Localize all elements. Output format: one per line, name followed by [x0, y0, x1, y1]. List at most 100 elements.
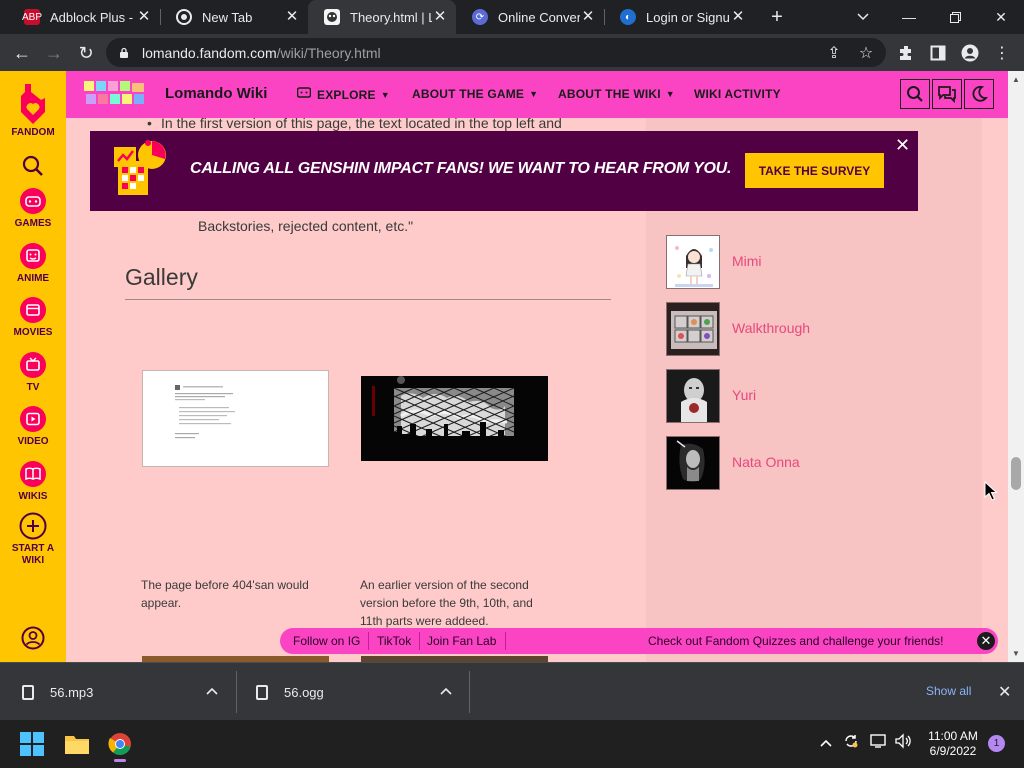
- nav-about-the-game[interactable]: ABOUT THE GAME ▼: [412, 87, 538, 101]
- close-tab-icon[interactable]: ✕: [432, 9, 448, 25]
- chevron-up-icon[interactable]: [440, 683, 452, 698]
- windows-start-icon[interactable]: [20, 732, 44, 756]
- join-fan-lab-link[interactable]: Join Fan Lab: [427, 634, 496, 648]
- sidebar-item-nata-onna[interactable]: Nata Onna: [666, 436, 966, 490]
- rail-item-video[interactable]: VIDEO: [0, 404, 66, 447]
- wiki-search-button[interactable]: [900, 79, 930, 109]
- scroll-down-arrow-icon[interactable]: ▼: [1012, 649, 1020, 658]
- follow-ig-link[interactable]: Follow on IG: [293, 634, 360, 648]
- chevron-up-icon[interactable]: [206, 683, 218, 698]
- wiki-name[interactable]: Lomando Wiki: [165, 85, 267, 102]
- forward-button[interactable]: →: [40, 39, 68, 67]
- wiki-logo[interactable]: [84, 81, 146, 107]
- sidebar-item-walkthrough[interactable]: Walkthrough: [666, 302, 966, 356]
- rail-label: VIDEO: [17, 436, 49, 447]
- fandom-heart-icon: [16, 81, 50, 127]
- lock-icon: [120, 47, 128, 58]
- sidebar-item-label: Yuri: [732, 387, 757, 403]
- display-icon[interactable]: [870, 733, 888, 752]
- close-tab-icon[interactable]: ✕: [284, 9, 300, 25]
- rail-label: TV: [26, 382, 40, 393]
- rail-search[interactable]: [0, 151, 66, 183]
- minimize-button[interactable]: —: [886, 0, 932, 34]
- extensions-icon[interactable]: [893, 40, 919, 66]
- nav-wiki-activity[interactable]: WIKI ACTIVITY: [694, 87, 781, 101]
- volume-icon[interactable]: [894, 733, 912, 752]
- bookmark-star-icon[interactable]: ☆: [853, 40, 879, 66]
- taskbar-clock[interactable]: 11:00 AM 6/9/2022: [920, 729, 986, 759]
- converter-icon: ⟳: [472, 9, 488, 25]
- close-window-button[interactable]: ✕: [978, 0, 1024, 34]
- sidebar-item-mimi[interactable]: Mimi: [666, 235, 966, 289]
- fandom-logo[interactable]: FANDOM: [0, 81, 66, 138]
- sidebar-item-label: Mimi: [732, 253, 762, 269]
- survey-ad-banner[interactable]: CALLING ALL GENSHIN IMPACT FANS! WE WANT…: [90, 131, 918, 211]
- rail-item-movies[interactable]: MOVIES: [0, 295, 66, 338]
- tab-login[interactable]: ◐ Login or Signup ✕: [604, 0, 754, 34]
- page-scrollbar-thumb[interactable]: [1011, 457, 1021, 490]
- page-scrollbar[interactable]: ▲ ▼: [1008, 71, 1024, 662]
- rail-start-a-wiki[interactable]: START A WIKI: [0, 511, 66, 567]
- rail-label: WIKIS: [18, 491, 48, 502]
- tiktok-link[interactable]: TikTok: [377, 634, 411, 648]
- new-tab-button[interactable]: +: [766, 6, 788, 28]
- rail-account[interactable]: [0, 623, 66, 655]
- tab-search-chevron-icon[interactable]: [840, 0, 886, 34]
- anime-icon: [18, 241, 48, 271]
- take-survey-button[interactable]: TAKE THE SURVEY: [745, 153, 884, 188]
- nav-label: ABOUT THE GAME: [412, 87, 525, 101]
- chevron-down-icon: ▼: [380, 89, 390, 100]
- moon-icon: [972, 85, 988, 102]
- tab-new-tab[interactable]: New Tab ✕: [160, 0, 308, 34]
- close-tab-icon[interactable]: ✕: [730, 9, 746, 25]
- rail-label: ANIME: [16, 273, 50, 284]
- article-bullet: In the first version of this page, the t…: [147, 115, 562, 131]
- gallery-caption-2: An earlier version of the second version…: [360, 576, 533, 630]
- close-tab-icon[interactable]: ✕: [136, 9, 152, 25]
- download-item-mp3[interactable]: 56.mp3: [22, 663, 222, 721]
- chrome-taskbar-icon[interactable]: [108, 732, 132, 762]
- wiki-header: Lomando Wiki EXPLORE ▼ ABOUT THE GAME ▼ AB…: [66, 71, 1008, 118]
- nav-about-the-wiki[interactable]: ABOUT THE WIKI ▼: [558, 87, 675, 101]
- gallery-image-page-before[interactable]: [142, 370, 329, 467]
- close-shelf-icon[interactable]: ✕: [998, 682, 1011, 702]
- discussions-icon: [938, 86, 956, 103]
- tab-theory[interactable]: Theory.html | Lo ✕: [308, 0, 456, 34]
- search-icon: [18, 151, 48, 181]
- close-tab-icon[interactable]: ✕: [580, 9, 596, 25]
- reload-button[interactable]: ↻: [72, 39, 100, 67]
- tab-adblock[interactable]: ABP Adblock Plus - fr ✕: [8, 0, 160, 34]
- share-icon[interactable]: ⇪: [821, 40, 847, 66]
- tab-title: New Tab: [202, 9, 253, 25]
- discussions-button[interactable]: [932, 79, 962, 109]
- download-filename: 56.ogg: [284, 684, 324, 700]
- theme-toggle-button[interactable]: [964, 79, 994, 109]
- notification-badge[interactable]: 1: [988, 735, 1005, 752]
- menu-kebab-icon[interactable]: ⋮: [989, 40, 1015, 66]
- address-bar[interactable]: lomando.fandom.com/wiki/Theory.html: [106, 38, 886, 67]
- rail-item-games[interactable]: GAMES: [0, 186, 66, 229]
- quizzes-promo-link[interactable]: Check out Fandom Quizzes and challenge y…: [648, 634, 944, 648]
- profile-icon[interactable]: [957, 40, 983, 66]
- show-all-downloads-link[interactable]: Show all: [926, 684, 971, 698]
- sync-icon[interactable]: [843, 733, 859, 752]
- restore-button[interactable]: [932, 0, 978, 34]
- download-filename: 56.mp3: [50, 684, 94, 700]
- tab-online-converter[interactable]: ⟳ Online Converte ✕: [456, 0, 604, 34]
- wikis-icon: [18, 459, 48, 489]
- rail-item-anime[interactable]: ANIME: [0, 241, 66, 284]
- close-sticky-bar-icon[interactable]: ✕: [977, 632, 995, 650]
- scroll-up-arrow-icon[interactable]: ▲: [1012, 75, 1020, 84]
- caption-line: The page before 404'san would: [141, 578, 309, 592]
- gallery-image-earlier-version[interactable]: [361, 376, 548, 461]
- tray-chevron-icon[interactable]: [820, 734, 832, 750]
- rail-item-tv[interactable]: TV: [0, 350, 66, 393]
- sidebar-item-yuri[interactable]: Yuri: [666, 369, 966, 423]
- close-ad-icon[interactable]: ✕: [895, 136, 910, 154]
- nav-explore[interactable]: EXPLORE ▼: [296, 87, 390, 102]
- rail-item-wikis[interactable]: WIKIS: [0, 459, 66, 502]
- sidepanel-icon[interactable]: [925, 40, 951, 66]
- back-button[interactable]: ←: [8, 39, 36, 67]
- file-explorer-icon[interactable]: [64, 732, 89, 756]
- download-item-ogg[interactable]: 56.ogg: [256, 663, 456, 721]
